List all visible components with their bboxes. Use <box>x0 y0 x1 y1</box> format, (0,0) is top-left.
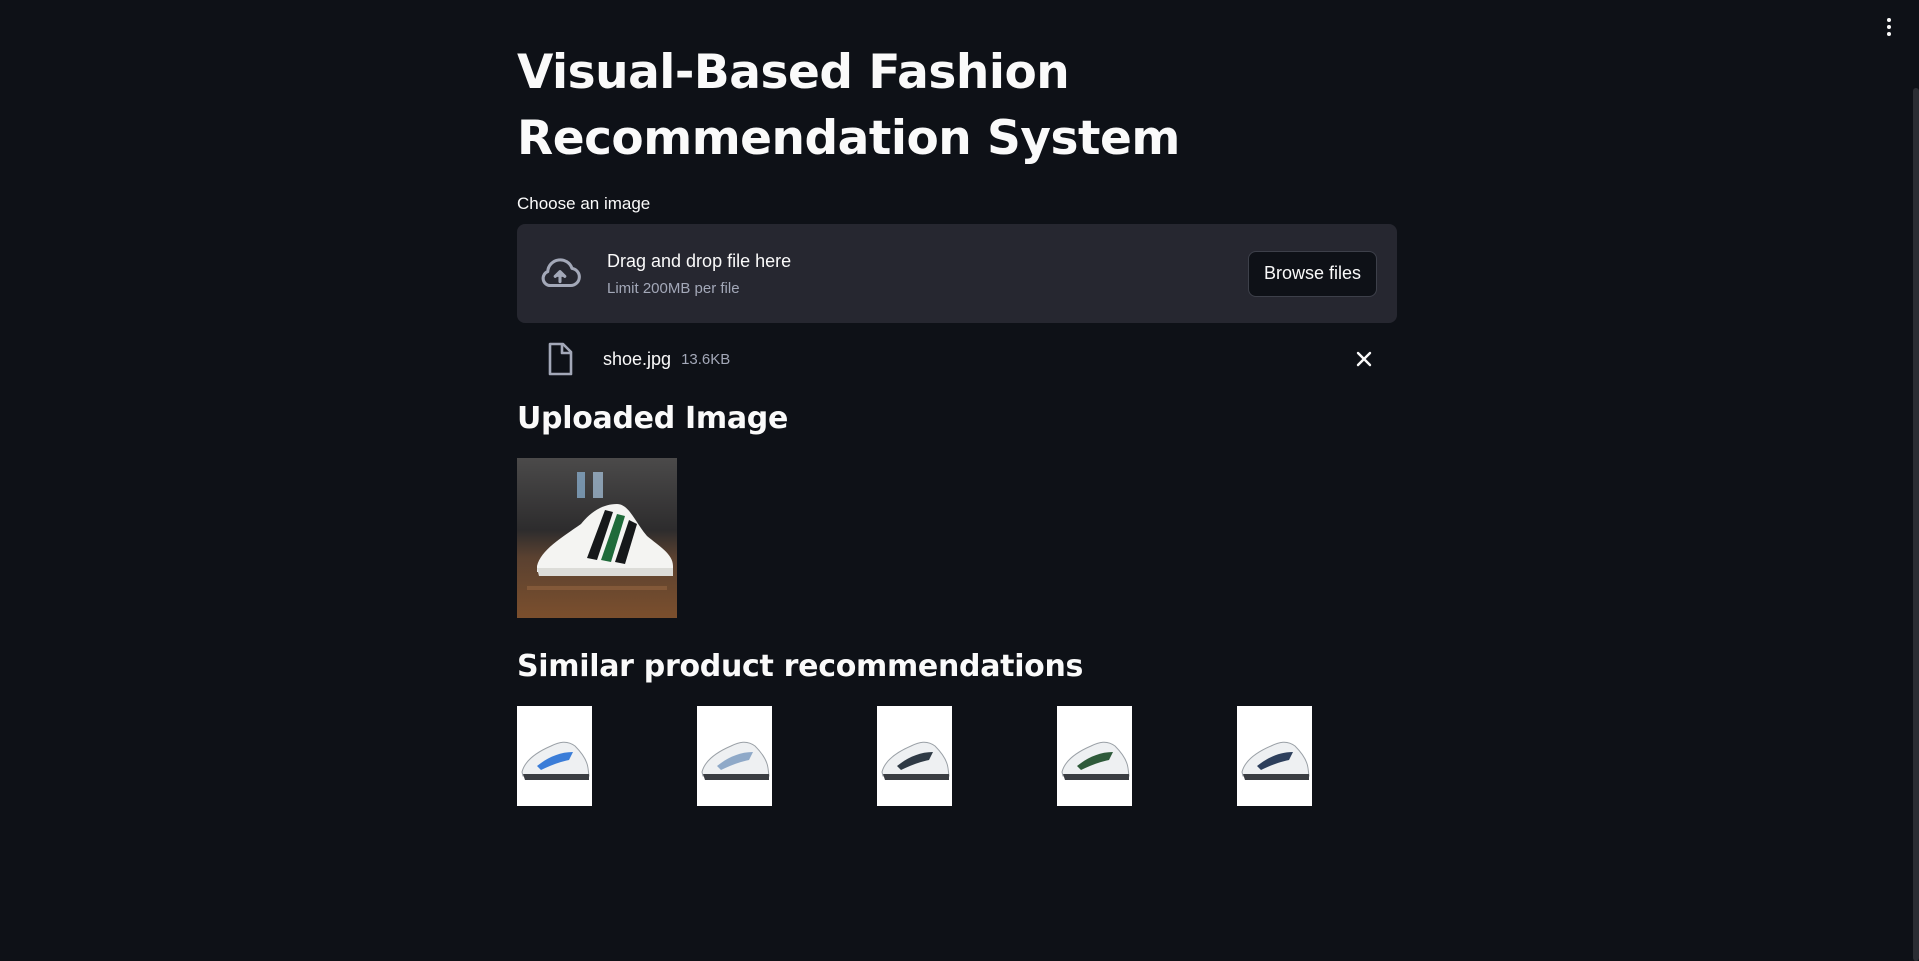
file-icon <box>548 342 573 376</box>
close-icon[interactable] <box>1351 346 1377 372</box>
recommended-shoe-image <box>877 706 952 806</box>
uploaded-file-row: shoe.jpg 13.6KB <box>517 339 1397 379</box>
recommended-shoe-image <box>1237 706 1312 806</box>
recommendation-item[interactable] <box>1237 706 1312 806</box>
browse-files-button[interactable]: Browse files <box>1247 250 1377 297</box>
recommendation-item[interactable] <box>1057 706 1132 806</box>
uploaded-image-heading: Uploaded Image <box>517 401 789 436</box>
uploader-label: Choose an image <box>517 194 651 213</box>
cloud-upload-icon <box>541 257 581 287</box>
file-name: shoe.jpg <box>603 348 672 369</box>
recommendation-item[interactable] <box>517 706 592 806</box>
dropzone-instruction: Drag and drop file here <box>607 250 792 271</box>
uploaded-shoe-image <box>517 458 677 618</box>
page-title: Visual-Based Fashion Recommendation Syst… <box>517 45 1180 166</box>
dropzone-limit: Limit 200MB per file <box>607 279 740 297</box>
recommendations-heading: Similar product recommendations <box>517 649 1084 684</box>
recommendations-grid <box>517 706 1397 806</box>
file-size: 13.6KB <box>681 350 731 368</box>
main-content: Visual-Based Fashion Recommendation Syst… <box>517 40 1397 806</box>
recommendation-item[interactable] <box>697 706 772 806</box>
recommended-shoe-image <box>697 706 772 806</box>
recommended-shoe-image <box>1057 706 1132 806</box>
dropzone-text: Drag and drop file here Limit 200MB per … <box>607 251 1248 297</box>
kebab-menu-icon[interactable] <box>1879 14 1899 40</box>
scrollbar[interactable] <box>1913 88 1919 961</box>
recommended-shoe-image <box>517 706 592 806</box>
file-dropzone[interactable]: Drag and drop file here Limit 200MB per … <box>517 224 1397 323</box>
recommendation-item[interactable] <box>877 706 952 806</box>
app-root: Visual-Based Fashion Recommendation Syst… <box>0 0 1919 961</box>
